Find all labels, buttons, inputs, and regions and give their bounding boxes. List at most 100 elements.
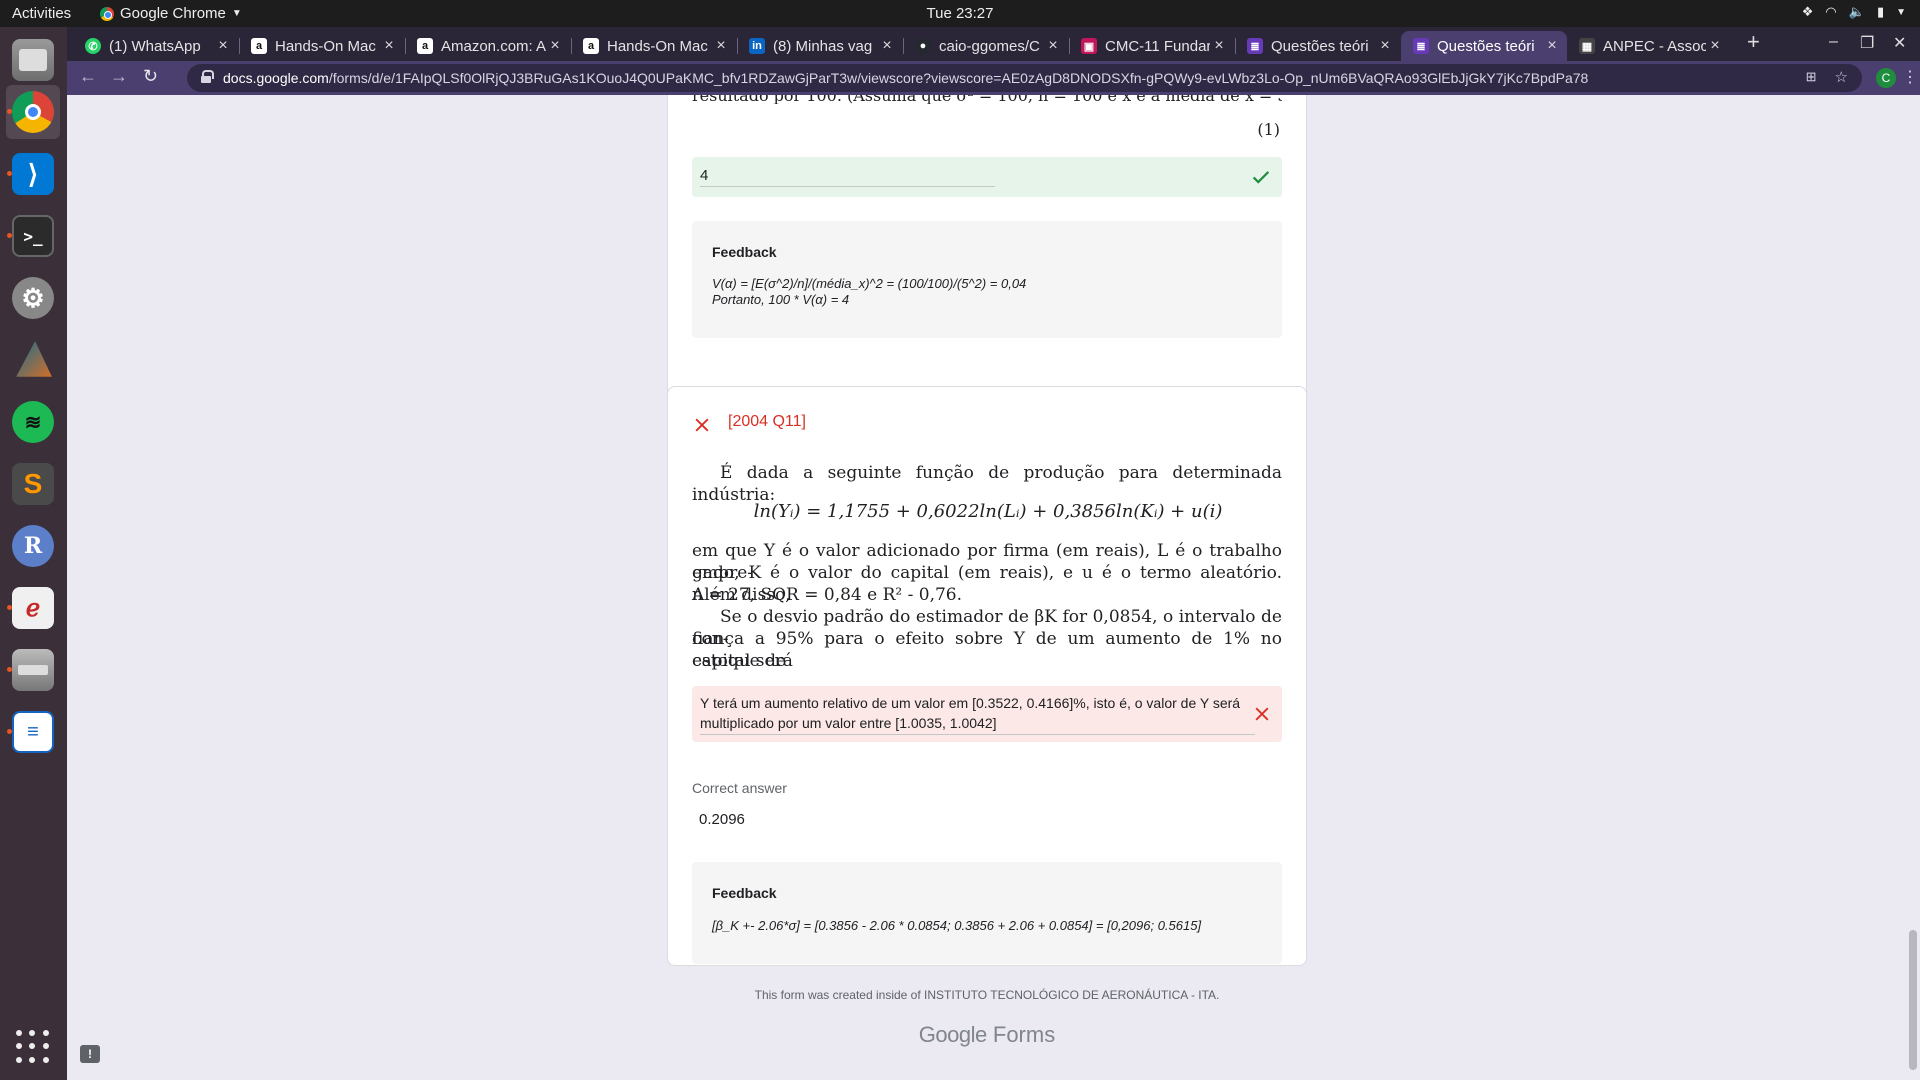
battery-icon[interactable]: ▮	[1877, 4, 1884, 20]
tab-hands-on-2[interactable]: a Hands-On Mac ×	[571, 31, 736, 61]
activities-button[interactable]: Activities	[12, 5, 71, 22]
close-icon[interactable]: ×	[1210, 37, 1228, 55]
feedback-line-1: V(α) = [E(σ^2)/n]/(média_x)^2 = (100/100…	[712, 276, 1027, 291]
volume-icon[interactable]: 🔈	[1849, 4, 1865, 20]
address-host: docs.google.com	[223, 70, 329, 86]
running-indicator	[7, 171, 12, 176]
feedback-text: [β_K +- 2.06*σ] = [0.3856 - 2.06 * 0.085…	[712, 918, 1202, 933]
amazon-icon: a	[417, 38, 433, 54]
tab-questoes-1[interactable]: ≣ Questões teóri ×	[1235, 31, 1400, 61]
sublime-text-icon: S	[12, 463, 54, 505]
forward-icon[interactable]: →	[110, 66, 128, 87]
question-intro: É dada a seguinte função de produção par…	[692, 463, 1282, 505]
scanner-icon	[12, 649, 54, 691]
tab-title: (8) Minhas vag	[773, 37, 873, 55]
chrome-icon	[100, 6, 114, 21]
restore-icon[interactable]: ❐	[1860, 33, 1874, 53]
check-icon	[1252, 171, 1270, 184]
form-page: resultado por 100. (Assuma que σ² = 100,…	[67, 95, 1920, 1080]
close-icon[interactable]: ×	[214, 37, 232, 55]
kebab-menu-icon[interactable]: ⋮	[1902, 67, 1918, 87]
app-menu-label: Google Chrome	[120, 5, 226, 22]
question-paragraph-1-line-3: n = 27, SQR = 0,84 e R² - 0,76.	[692, 585, 963, 605]
dock-terminal[interactable]: >_	[6, 209, 60, 263]
show-applications-icon[interactable]	[16, 1030, 50, 1064]
tab-whatsapp[interactable]: ✆ (1) WhatsApp ×	[73, 31, 238, 61]
logo-forms-text: Forms	[992, 1022, 1056, 1047]
equation-number: (1)	[1257, 120, 1280, 139]
address-path: /forms/d/e/1FAIpQLSf0OlRjQJ3BRuGAs1KOuoJ…	[328, 70, 1589, 86]
dropbox-icon[interactable]: ❖	[1802, 4, 1814, 20]
correct-answer-value: 0.2096	[699, 811, 745, 828]
vscode-icon: ⟩	[12, 153, 54, 195]
address-bar[interactable]: docs.google.com/forms/d/e/1FAIpQLSf0OlRj…	[187, 64, 1862, 92]
tab-amazon[interactable]: a Amazon.com: A ×	[405, 31, 570, 61]
tab-title: ANPEC - Associ	[1603, 37, 1706, 55]
form-footer-note: This form was created inside of INSTITUT…	[754, 988, 1220, 1002]
close-icon[interactable]: ×	[1706, 37, 1724, 55]
close-icon[interactable]: ×	[712, 37, 730, 55]
tab-github[interactable]: ● caio-ggomes/C ×	[903, 31, 1068, 61]
chrome-icon	[12, 91, 54, 133]
profile-avatar[interactable]: C	[1876, 68, 1896, 88]
correct-answer-label: Correct answer	[692, 780, 787, 796]
dock-matlab[interactable]	[6, 333, 60, 387]
tab-title: caio-ggomes/C	[939, 37, 1040, 55]
bookmark-star-icon[interactable]: ☆	[1835, 68, 1848, 86]
close-icon[interactable]: ×	[380, 37, 398, 55]
files-icon	[12, 39, 54, 81]
dock-settings-tools[interactable]: ⚙	[6, 271, 60, 325]
anpec-icon: ▦	[1579, 38, 1595, 54]
tab-title: Questões teóri	[1437, 37, 1535, 55]
tab-title: Hands-On Mac	[275, 37, 376, 55]
minimize-icon[interactable]: ‒	[1829, 33, 1838, 51]
amazon-icon: a	[583, 38, 599, 54]
dock-sublime[interactable]: S	[6, 457, 60, 511]
close-icon[interactable]: ×	[1543, 37, 1561, 55]
reload-icon[interactable]: ↻	[143, 66, 158, 87]
close-icon[interactable]: ×	[1376, 37, 1394, 55]
report-abuse-icon[interactable]: !	[80, 1045, 100, 1063]
dock-pdf-reader[interactable]: ℯ	[6, 581, 60, 635]
google-forms-logo[interactable]: Google Forms	[667, 1022, 1307, 1048]
answer-text: 4	[700, 167, 709, 184]
wifi-icon[interactable]: ◠	[1825, 4, 1836, 20]
logo-google-text: Google	[918, 1022, 987, 1047]
system-menu-caret-icon[interactable]: ▼	[1896, 7, 1906, 18]
lock-icon[interactable]	[201, 70, 214, 83]
dock-files[interactable]	[6, 33, 60, 87]
feedback-box: Feedback [β_K +- 2.06*σ] = [0.3856 - 2.0…	[692, 862, 1282, 964]
new-tab-button[interactable]: +	[1747, 29, 1760, 55]
linkedin-icon: in	[749, 38, 765, 54]
answer-text-line-1: Y terá um aumento relativo de um valor e…	[700, 695, 1241, 711]
dock-r[interactable]: R	[6, 519, 60, 573]
caret-down-icon: ▼	[231, 8, 242, 19]
tab-anpec[interactable]: ▦ ANPEC - Associ ×	[1567, 31, 1730, 61]
dock-scanner[interactable]	[6, 643, 60, 697]
dock-chrome[interactable]	[6, 85, 60, 139]
dock-writer[interactable]: ≡	[6, 705, 60, 759]
production-function-equation: ln(Yᵢ) = 1,1755 + 0,6022ln(Lᵢ) + 0,3856l…	[753, 501, 1223, 522]
tab-title: CMC-11 Fundar	[1105, 37, 1210, 55]
tab-hands-on-1[interactable]: a Hands-On Mac ×	[239, 31, 404, 61]
tab-questoes-2-active[interactable]: ≣ Questões teóri ×	[1401, 31, 1567, 61]
answer-correct-box: 4	[692, 157, 1282, 197]
browser-toolbar: ← → ↻ docs.google.com/forms/d/e/1FAIpQLS…	[67, 61, 1920, 95]
tab-linkedin[interactable]: in (8) Minhas vag ×	[737, 31, 902, 61]
close-icon[interactable]: ×	[546, 37, 564, 55]
close-window-icon[interactable]: ✕	[1893, 33, 1906, 53]
dock-vscode[interactable]: ⟩	[6, 147, 60, 201]
terminal-icon: >_	[12, 215, 54, 257]
back-icon[interactable]: ←	[79, 66, 97, 87]
dock-spotify[interactable]: ≋	[6, 395, 60, 449]
clock[interactable]: Tue 23:27	[927, 5, 994, 22]
close-icon[interactable]: ×	[878, 37, 896, 55]
incorrect-icon	[1255, 707, 1269, 721]
page-scrollbar[interactable]	[1906, 95, 1920, 1080]
tab-cmc11[interactable]: ▣ CMC-11 Fundar ×	[1069, 31, 1234, 61]
scrollbar-thumb[interactable]	[1909, 930, 1917, 1070]
app-menu[interactable]: Google Chrome ▼	[100, 5, 242, 22]
translate-icon[interactable]: ⊞	[1806, 69, 1817, 85]
close-icon[interactable]: ×	[1044, 37, 1062, 55]
running-indicator	[7, 233, 12, 238]
